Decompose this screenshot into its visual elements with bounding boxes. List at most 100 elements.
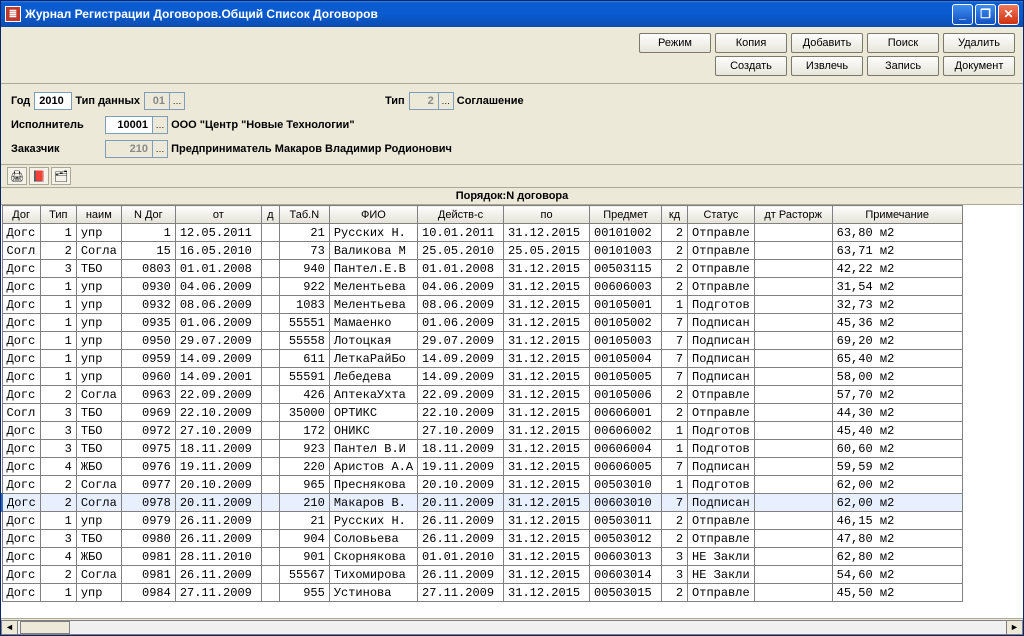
table-cell[interactable]: 35000 (279, 404, 329, 422)
table-cell[interactable]: 15 (121, 242, 175, 260)
table-cell[interactable]: 210 (279, 494, 329, 512)
table-cell[interactable]: Подготов (688, 422, 755, 440)
column-header[interactable]: наим (76, 206, 121, 224)
table-cell[interactable]: упр (76, 368, 121, 386)
table-cell[interactable]: 00105003 (590, 332, 662, 350)
table-cell[interactable]: 0975 (121, 440, 175, 458)
table-cell[interactable]: Русских Н. (329, 512, 417, 530)
table-cell[interactable]: 21 (279, 512, 329, 530)
table-cell[interactable]: Макаров В. (329, 494, 417, 512)
table-cell[interactable]: 31.12.2015 (504, 494, 590, 512)
table-cell[interactable]: Догс (2, 368, 40, 386)
table-cell[interactable]: 2 (662, 224, 688, 242)
table-cell[interactable]: 00603014 (590, 566, 662, 584)
table-cell[interactable]: 04.06.2009 (175, 278, 261, 296)
table-cell[interactable]: Согл (2, 404, 40, 422)
table-cell[interactable]: 0930 (121, 278, 175, 296)
table-cell[interactable]: 62,00 м2 (832, 476, 962, 494)
table-cell[interactable]: Догс (2, 494, 40, 512)
table-row[interactable]: Догс2Согла096322.09.2009426АптекаУхта22.… (2, 386, 962, 404)
table-cell[interactable]: 00503011 (590, 512, 662, 530)
table-cell[interactable]: 1 (121, 224, 175, 242)
table-cell[interactable]: Отправле (688, 242, 755, 260)
table-cell[interactable]: 0981 (121, 548, 175, 566)
table-cell[interactable]: 0977 (121, 476, 175, 494)
table-row[interactable]: Согл2Согла1516.05.201073Валикова М25.05.… (2, 242, 962, 260)
exec-code-field[interactable]: 10001 (105, 116, 153, 134)
table-cell[interactable] (754, 404, 832, 422)
table-cell[interactable]: упр (76, 584, 121, 602)
table-cell[interactable]: 00105006 (590, 386, 662, 404)
table-cell[interactable] (754, 278, 832, 296)
table-cell[interactable]: Лебедева (329, 368, 417, 386)
table-row[interactable]: Догс3ТБО097518.11.2009923Пантел В.И18.11… (2, 440, 962, 458)
table-row[interactable]: Догс1упр093004.06.2009922Мелентьева04.06… (2, 278, 962, 296)
document-button[interactable]: Документ (943, 56, 1015, 76)
table-cell[interactable]: 2 (662, 404, 688, 422)
table-cell[interactable]: 7 (662, 458, 688, 476)
table-cell[interactable]: 2 (662, 530, 688, 548)
table-cell[interactable] (261, 386, 279, 404)
table-cell[interactable]: Догс (2, 332, 40, 350)
table-cell[interactable]: 31.12.2015 (504, 368, 590, 386)
table-cell[interactable] (754, 566, 832, 584)
table-cell[interactable]: упр (76, 314, 121, 332)
table-cell[interactable]: НЕ Закли (688, 548, 755, 566)
table-cell[interactable]: Согла (76, 494, 121, 512)
table-cell[interactable]: 10.01.2011 (418, 224, 504, 242)
table-cell[interactable]: 31.12.2015 (504, 566, 590, 584)
table-cell[interactable]: 73 (279, 242, 329, 260)
table-cell[interactable]: 25.05.2010 (418, 242, 504, 260)
table-cell[interactable]: 42,22 м2 (832, 260, 962, 278)
table-cell[interactable]: 1 (40, 584, 76, 602)
table-cell[interactable]: 0972 (121, 422, 175, 440)
table-cell[interactable] (261, 368, 279, 386)
column-header[interactable]: Статус (688, 206, 755, 224)
table-cell[interactable]: 19.11.2009 (418, 458, 504, 476)
table-cell[interactable]: 31.12.2015 (504, 584, 590, 602)
table-cell[interactable]: Догс (2, 422, 40, 440)
table-row[interactable]: Догс4ЖБО098128.11.2010901Скорнякова01.01… (2, 548, 962, 566)
table-cell[interactable]: 1 (40, 512, 76, 530)
table-cell[interactable]: Догс (2, 458, 40, 476)
table-cell[interactable]: 2 (40, 476, 76, 494)
create-button[interactable]: Создать (715, 56, 787, 76)
table-cell[interactable] (754, 548, 832, 566)
type-field[interactable]: 2 (409, 92, 439, 110)
column-header[interactable]: Тип (40, 206, 76, 224)
cust-code-field[interactable]: 210 (105, 140, 153, 158)
table-cell[interactable]: Догс (2, 584, 40, 602)
table-cell[interactable]: 20.11.2009 (175, 494, 261, 512)
table-cell[interactable]: 01.01.2008 (418, 260, 504, 278)
table-cell[interactable]: 00105001 (590, 296, 662, 314)
table-cell[interactable]: ОНИКС (329, 422, 417, 440)
table-cell[interactable]: Устинова (329, 584, 417, 602)
table-cell[interactable]: 28.11.2010 (175, 548, 261, 566)
table-cell[interactable]: 31.12.2015 (504, 530, 590, 548)
table-cell[interactable] (261, 350, 279, 368)
table-cell[interactable]: 14.09.2001 (175, 368, 261, 386)
table-cell[interactable]: ЖБО (76, 548, 121, 566)
table-cell[interactable]: Лотоцкая (329, 332, 417, 350)
card-icon[interactable]: 🗂 (51, 167, 71, 185)
table-cell[interactable] (261, 404, 279, 422)
table-row[interactable]: Догс1упр098427.11.2009955Устинова27.11.2… (2, 584, 962, 602)
table-cell[interactable]: Отправле (688, 584, 755, 602)
table-row[interactable]: Догс1упр093208.06.20091083Мелентьева08.0… (2, 296, 962, 314)
table-cell[interactable]: 1 (40, 350, 76, 368)
table-row[interactable]: Догс3ТБО097227.10.2009172ОНИКС27.10.2009… (2, 422, 962, 440)
table-cell[interactable]: 54,60 м2 (832, 566, 962, 584)
table-cell[interactable]: 00603010 (590, 494, 662, 512)
table-cell[interactable]: 1 (662, 296, 688, 314)
table-cell[interactable]: 26.11.2009 (175, 512, 261, 530)
table-cell[interactable]: Подготов (688, 440, 755, 458)
table-cell[interactable]: 00503015 (590, 584, 662, 602)
table-cell[interactable]: 27.10.2009 (175, 422, 261, 440)
table-cell[interactable] (754, 584, 832, 602)
table-cell[interactable]: Согла (76, 476, 121, 494)
table-cell[interactable]: 01.01.2010 (418, 548, 504, 566)
table-cell[interactable] (261, 512, 279, 530)
column-header[interactable]: Предмет (590, 206, 662, 224)
titlebar[interactable]: ≣ Журнал Регистрации Договоров.Общий Спи… (1, 1, 1023, 27)
table-cell[interactable]: 3 (40, 260, 76, 278)
